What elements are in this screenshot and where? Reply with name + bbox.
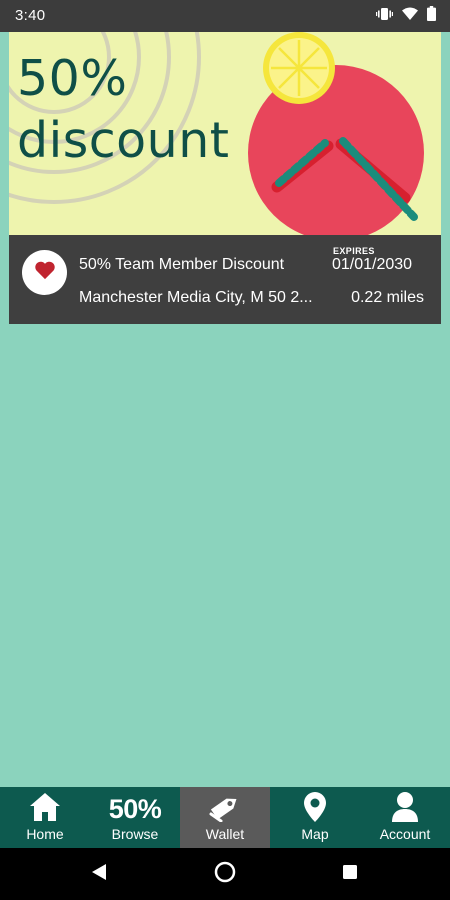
home-icon xyxy=(29,792,61,827)
offer-banner: 50% discount xyxy=(9,32,441,235)
wifi-icon xyxy=(402,7,418,25)
recents-button[interactable] xyxy=(338,862,362,886)
person-icon xyxy=(391,791,419,828)
heart-icon xyxy=(34,260,56,285)
status-time: 3:40 xyxy=(15,7,46,24)
nav-account-label: Account xyxy=(379,826,431,842)
offer-location: Manchester Media City, M 50 2... xyxy=(79,289,313,306)
offer-info[interactable]: 50% Team Member Discount Manchester Medi… xyxy=(9,235,441,324)
nav-browse[interactable]: 50% Browse xyxy=(90,787,180,848)
system-nav-bar xyxy=(0,848,450,900)
offer-card[interactable]: 50% discount 50% Team Member Discount Ma… xyxy=(9,32,441,324)
lemon-slice xyxy=(263,32,335,104)
offer-title: 50% Team Member Discount xyxy=(79,256,285,273)
status-bar: 3:40 xyxy=(0,0,450,32)
recents-square-icon xyxy=(342,864,358,885)
nav-home-label: Home xyxy=(26,826,64,842)
home-system-button[interactable] xyxy=(213,861,237,888)
battery-icon xyxy=(427,6,436,26)
status-icons xyxy=(376,6,436,26)
home-circle-icon xyxy=(214,861,236,888)
nav-home[interactable]: Home xyxy=(0,787,90,848)
offer-distance: 0.22 miles xyxy=(351,289,424,306)
back-triangle-icon xyxy=(91,863,107,886)
banner-headline: 50% discount xyxy=(17,48,230,172)
banner-line-2: discount xyxy=(17,112,230,169)
tag-icon xyxy=(209,792,241,827)
map-pin-icon xyxy=(303,791,327,828)
nav-browse-label: Browse xyxy=(111,826,159,842)
favorite-button[interactable] xyxy=(22,250,67,295)
nav-wallet-label: Wallet xyxy=(205,826,245,842)
nav-account[interactable]: Account xyxy=(360,787,450,848)
nav-wallet[interactable]: Wallet xyxy=(180,787,270,848)
banner-line-1: 50% xyxy=(17,50,128,107)
browse-50-icon: 50% xyxy=(108,794,162,824)
expires-date: 01/01/2030 xyxy=(332,256,413,273)
nav-map-label: Map xyxy=(301,826,329,842)
bottom-nav: Home 50% Browse Wallet Map Account xyxy=(0,787,450,848)
vibrate-icon xyxy=(376,7,393,26)
nav-map[interactable]: Map xyxy=(270,787,360,848)
back-button[interactable] xyxy=(87,862,111,886)
expires-label: EXPIRES xyxy=(333,246,375,256)
